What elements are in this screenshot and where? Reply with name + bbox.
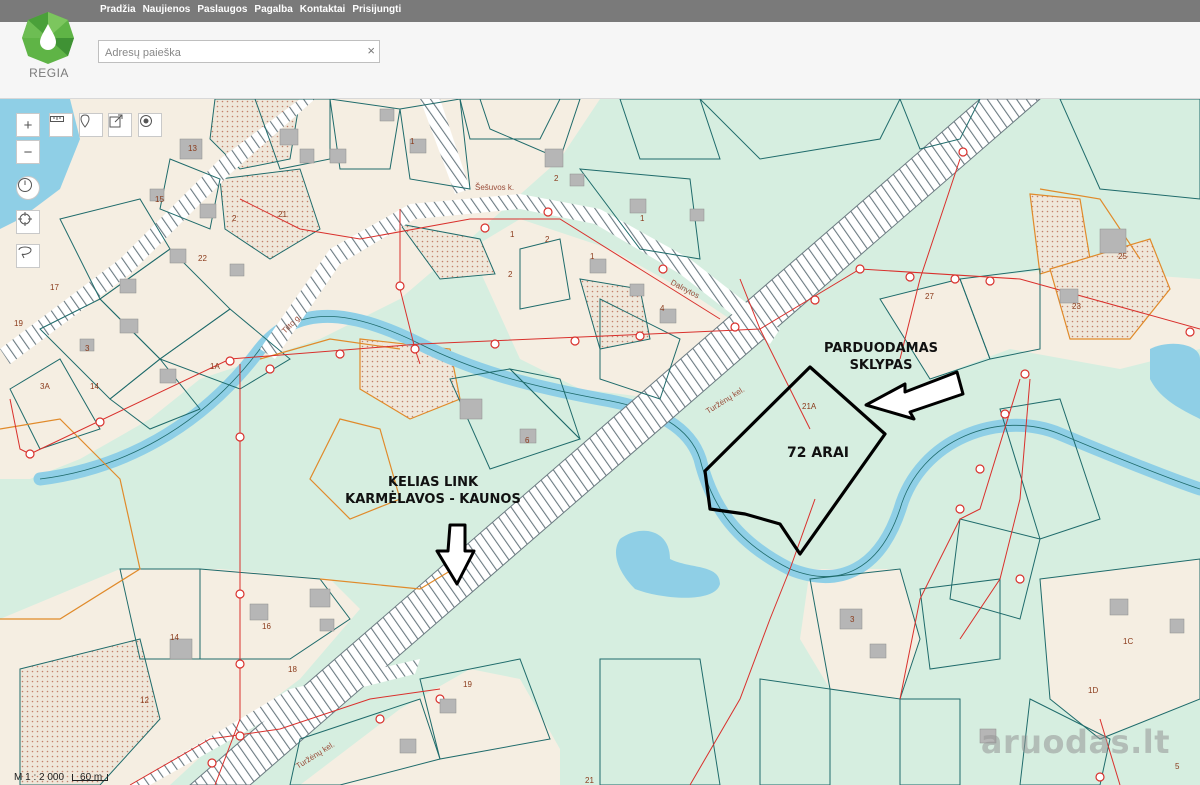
parcel-label: 1	[510, 230, 515, 239]
scale-bar	[72, 774, 109, 781]
clock-icon	[18, 178, 32, 192]
logo-text: REGIA	[29, 66, 69, 80]
parcel-label: 3	[850, 615, 855, 624]
parcel-label: 1	[410, 137, 415, 146]
parcel-label: 2	[545, 235, 550, 244]
nav-prisijungti[interactable]: Prisijungti	[352, 4, 401, 15]
watermark: aruodas.lt	[980, 723, 1170, 761]
pin-icon	[80, 114, 90, 128]
map-scale: M 1 : 2 000 60 m	[14, 772, 109, 783]
parcel-label: 2	[554, 174, 559, 183]
parcel-label: 1	[590, 252, 595, 261]
road-annotation: KELIAS LINK KARMĖLAVOS - KAUNOS	[333, 474, 533, 508]
sale-parcel-arrow	[864, 370, 965, 421]
regia-logo[interactable]	[20, 10, 76, 94]
parcel-label: 25	[1118, 252, 1127, 261]
nav-pradzia[interactable]: Pradžia	[100, 4, 136, 15]
sale-annotation: PARDUODAMAS SKLYPAS	[808, 340, 954, 374]
target-icon	[140, 115, 152, 127]
target-button[interactable]	[138, 113, 162, 137]
nav-paslaugos[interactable]: Paslaugos	[197, 4, 247, 15]
nav-kontaktai[interactable]: Kontaktai	[300, 4, 346, 15]
street-label: Šešuvos k.	[475, 183, 514, 192]
draw-area-button[interactable]	[16, 244, 40, 268]
zoom-out-button[interactable]: −	[16, 140, 40, 164]
parcel-label: 14	[90, 382, 99, 391]
ruler-icon	[50, 116, 64, 122]
nav-items: Pradžia Naujienos Paslaugos Pagalba Kont…	[100, 4, 401, 15]
parcel-label: 5	[1175, 762, 1180, 771]
nav-naujienos[interactable]: Naujienos	[143, 4, 191, 15]
parcel-label: 18	[288, 665, 297, 674]
parcel-label: 3	[85, 344, 90, 353]
sale-annotation-line2: SKLYPAS	[849, 358, 913, 373]
parcel-label: 16	[262, 622, 271, 631]
parcel-label: 21	[278, 210, 287, 219]
sale-annotation-line1: PARDUODAMAS	[823, 341, 939, 356]
address-search[interactable]: ×	[98, 40, 380, 63]
parcel-label: 1A	[210, 362, 220, 371]
plus-icon: +	[23, 116, 33, 134]
crosshair-icon	[18, 212, 32, 226]
parcel-label: 2	[508, 270, 513, 279]
logo-emblem-icon	[22, 12, 74, 64]
location-pin-button[interactable]	[79, 113, 103, 137]
measure-button[interactable]	[49, 113, 73, 137]
parcel-label: 1C	[1123, 637, 1133, 646]
parcel-label: 4	[660, 304, 665, 313]
zoom-in-button[interactable]: +	[16, 113, 40, 137]
history-button[interactable]	[16, 176, 40, 200]
parcel-label: 6	[525, 436, 530, 445]
parcel-label: 19	[14, 319, 23, 328]
lasso-icon	[18, 246, 32, 259]
parcel-label: 19	[463, 680, 472, 689]
parcel-label: 21	[585, 776, 594, 785]
street-label: Turžėnų kel.	[704, 385, 746, 416]
parcel-label: 23	[1072, 302, 1081, 311]
road-annotation-line2: KARMĖLAVOS - KAUNOS	[345, 492, 521, 507]
parcel-label: 3A	[40, 382, 50, 391]
share-button[interactable]	[108, 113, 132, 137]
map-viewport[interactable]: 13 15 2 21 22 17 19 3 14 1 3A 1A 2 1 1 2…	[0, 99, 1200, 785]
parcel-label: 21A	[802, 402, 817, 411]
locate-button[interactable]	[16, 210, 40, 234]
top-navigation: Pradžia Naujienos Paslaugos Pagalba Kont…	[0, 0, 1200, 22]
nav-pagalba[interactable]: Pagalba	[254, 4, 292, 15]
pond	[615, 530, 720, 598]
parcel-label: 15	[155, 195, 164, 204]
residential-area-7	[1040, 559, 1200, 739]
water-body-right	[1150, 343, 1200, 419]
scale-ratio: M 1 : 2 000	[14, 772, 65, 783]
parcel-label: 1D	[1088, 686, 1098, 695]
parcel-label: 13	[188, 144, 197, 153]
header: REGIA ×	[0, 12, 1200, 99]
road-annotation-line1: KELIAS LINK	[387, 475, 479, 490]
parcel-label: 12	[140, 696, 149, 705]
parcel-label: 22	[198, 254, 207, 263]
parcel-label: 1	[640, 214, 645, 223]
minus-icon: −	[23, 143, 33, 161]
share-icon	[109, 114, 123, 128]
parcel-label: 2	[232, 214, 237, 223]
parcel-label: 27	[925, 292, 934, 301]
clear-search-icon[interactable]: ×	[367, 43, 375, 58]
cadastral-map: 13 15 2 21 22 17 19 3 14 1 3A 1A 2 1 1 2…	[0, 99, 1200, 785]
parcel-label: 17	[50, 283, 59, 292]
parcel-label: 14	[170, 633, 179, 642]
address-search-input[interactable]	[103, 42, 357, 63]
residential-area-6	[800, 569, 920, 699]
area-annotation: 72 ARAI	[786, 445, 849, 461]
